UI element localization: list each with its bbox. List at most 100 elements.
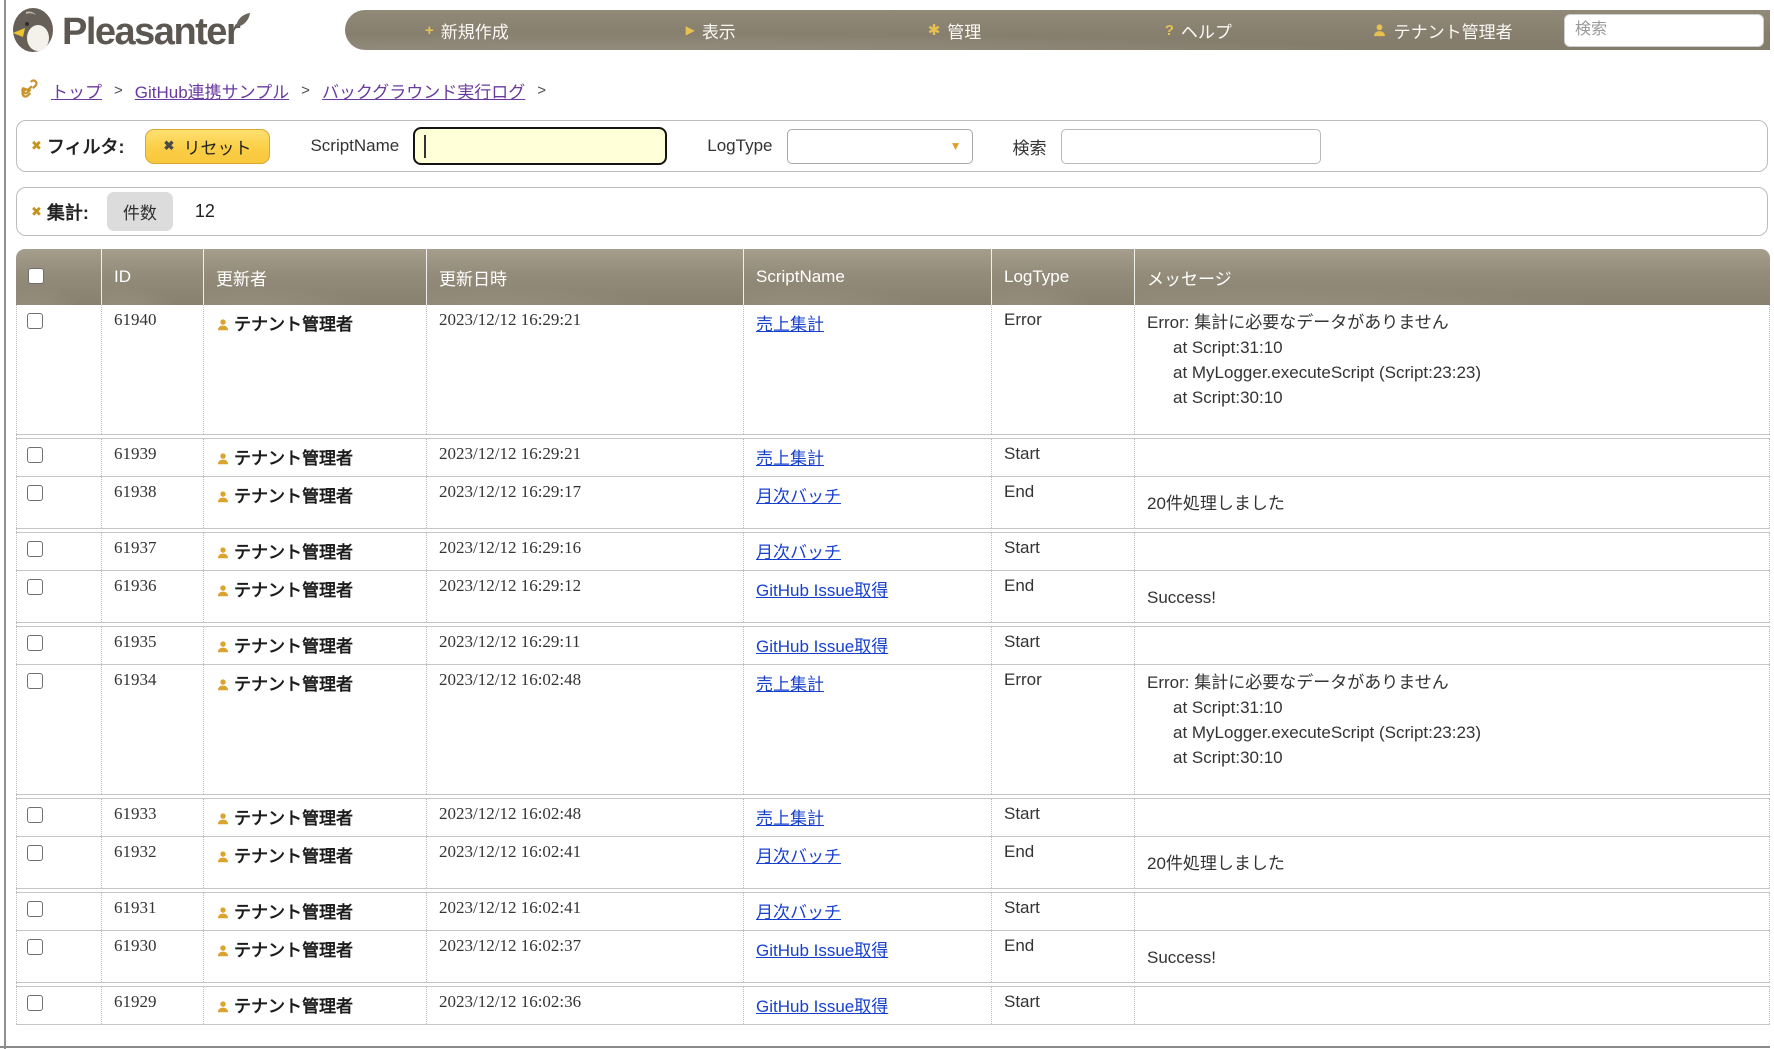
row-logtype-cell: Start bbox=[992, 798, 1135, 836]
column-header-scriptname[interactable]: ScriptName bbox=[744, 249, 992, 305]
nav-item-help[interactable]: ? ヘルプ bbox=[1076, 18, 1320, 43]
row-logtype-cell: Start bbox=[992, 986, 1135, 1024]
row-scriptname-cell: GitHub Issue取得 bbox=[744, 626, 992, 664]
nav-item-view[interactable]: ▶ 表示 bbox=[589, 18, 833, 43]
app-logo[interactable]: Pleasanter bbox=[12, 6, 251, 59]
row-message-cell bbox=[1135, 626, 1770, 664]
nav-item-create[interactable]: + 新規作成 bbox=[345, 18, 589, 43]
row-updater-name: テナント管理者 bbox=[234, 315, 353, 334]
row-scriptname-cell: GitHub Issue取得 bbox=[744, 570, 992, 622]
grid-bottom-border-cell bbox=[16, 1024, 1770, 1025]
select-all-checkbox[interactable] bbox=[28, 268, 44, 284]
row-checkbox[interactable] bbox=[27, 807, 43, 823]
column-header-更新者[interactable]: 更新者 bbox=[204, 249, 427, 305]
reset-button[interactable]: ✖ リセット bbox=[144, 128, 271, 164]
breadcrumb-link[interactable]: GitHub連携サンプル bbox=[135, 78, 289, 103]
row-scriptname-cell: GitHub Issue取得 bbox=[744, 930, 992, 982]
row-checkbox[interactable] bbox=[27, 579, 43, 595]
row-checkbox[interactable] bbox=[27, 845, 43, 861]
logtype-select[interactable]: ▼ bbox=[786, 128, 973, 164]
search-filter-input[interactable] bbox=[1060, 128, 1321, 164]
reset-button-label: リセット bbox=[183, 138, 252, 158]
person-icon bbox=[216, 317, 230, 337]
table-row: 61935 テナント管理者 2023/12/12 16:29:11 GitHub Is… bbox=[16, 626, 1770, 664]
nav-item-admin[interactable]: ✱ 管理 bbox=[833, 18, 1077, 43]
scriptname-link[interactable]: GitHub Issue取得 bbox=[756, 997, 888, 1016]
scriptname-link[interactable]: 売上集計 bbox=[756, 449, 824, 468]
breadcrumb-separator: > bbox=[301, 82, 310, 99]
row-checkbox[interactable] bbox=[27, 313, 43, 329]
person-icon bbox=[216, 677, 230, 697]
row-select-cell bbox=[16, 892, 102, 930]
nav-item-label: ヘルプ bbox=[1180, 22, 1232, 42]
close-icon[interactable]: ✖ bbox=[31, 204, 42, 220]
scriptname-link[interactable]: 売上集計 bbox=[756, 315, 824, 334]
scriptname-link[interactable]: GitHub Issue取得 bbox=[756, 941, 888, 960]
row-updated-cell: 2023/12/12 16:29:11 bbox=[427, 626, 744, 664]
scriptname-link[interactable]: 月次バッチ bbox=[756, 903, 841, 922]
global-search-input[interactable] bbox=[1564, 13, 1764, 47]
breadcrumb-link[interactable]: バックグラウンド実行ログ bbox=[322, 78, 525, 103]
scriptname-filter-input[interactable] bbox=[413, 127, 668, 165]
person-icon bbox=[1372, 23, 1387, 38]
row-id-cell: 61930 bbox=[102, 930, 204, 982]
row-checkbox[interactable] bbox=[27, 673, 43, 689]
row-select-cell bbox=[16, 305, 102, 434]
close-icon[interactable]: ✖ bbox=[31, 138, 42, 154]
scriptname-link[interactable]: GitHub Issue取得 bbox=[756, 637, 888, 656]
count-pill[interactable]: 件数 bbox=[106, 192, 173, 231]
row-checkbox[interactable] bbox=[27, 447, 43, 463]
nav-item-account[interactable]: テナント管理者 bbox=[1320, 18, 1564, 43]
row-scriptname-cell: 売上集計 bbox=[744, 438, 992, 476]
row-updater-name: テナント管理者 bbox=[234, 997, 353, 1016]
row-checkbox[interactable] bbox=[27, 485, 43, 501]
row-logtype-cell: End bbox=[992, 476, 1135, 528]
scriptname-link[interactable]: 売上集計 bbox=[756, 809, 824, 828]
column-header-更新日時[interactable]: 更新日時 bbox=[427, 249, 744, 305]
row-updated-cell: 2023/12/12 16:29:16 bbox=[427, 532, 744, 570]
message-line: at Script:31:10 bbox=[1173, 338, 1283, 357]
column-header-メッセージ[interactable]: メッセージ bbox=[1135, 249, 1770, 305]
breadcrumb-link[interactable]: トップ bbox=[51, 78, 102, 103]
row-checkbox[interactable] bbox=[27, 635, 43, 651]
message-text: 20件処理しました bbox=[1147, 851, 1761, 876]
message-line: at Script:30:10 bbox=[1173, 748, 1283, 767]
row-logtype-cell: End bbox=[992, 570, 1135, 622]
column-header-logtype[interactable]: LogType bbox=[992, 249, 1135, 305]
scriptname-link[interactable]: GitHub Issue取得 bbox=[756, 581, 888, 600]
row-select-cell bbox=[16, 986, 102, 1024]
row-id-cell: 61940 bbox=[102, 305, 204, 434]
message-text: Error: 集計に必要なデータがありません at Script:31:10 at … bbox=[1147, 670, 1761, 770]
row-checkbox[interactable] bbox=[27, 939, 43, 955]
person-icon bbox=[216, 451, 230, 471]
row-updater-name: テナント管理者 bbox=[234, 903, 353, 922]
row-updated-cell: 2023/12/12 16:02:48 bbox=[427, 664, 744, 794]
person-icon bbox=[216, 545, 230, 565]
scriptname-link[interactable]: 月次バッチ bbox=[756, 847, 841, 866]
row-updater-name: テナント管理者 bbox=[234, 637, 353, 656]
row-checkbox[interactable] bbox=[27, 541, 43, 557]
message-line: at MyLogger.executeScript (Script:23:23) bbox=[1173, 363, 1482, 382]
breadcrumb-separator: > bbox=[537, 82, 547, 99]
scriptname-link[interactable]: 月次バッチ bbox=[756, 487, 841, 506]
row-message-cell: Error: 集計に必要なデータがありません at Script:31:10 at … bbox=[1135, 664, 1770, 794]
breadcrumb: トップ > GitHub連携サンプル > バックグラウンド実行ログ > bbox=[20, 78, 546, 103]
scriptname-link[interactable]: 売上集計 bbox=[756, 675, 824, 694]
row-updater-name: テナント管理者 bbox=[234, 581, 353, 600]
select-all-header-cell bbox=[16, 249, 102, 305]
row-id-cell: 61935 bbox=[102, 626, 204, 664]
row-select-cell bbox=[16, 798, 102, 836]
pleasanter-app: Pleasanter +新規作成▶表示✱管理?ヘルプテナント管理者 トップ>Gi… bbox=[0, 0, 1774, 1049]
column-header-id[interactable]: ID bbox=[102, 249, 204, 305]
scriptname-link[interactable]: 月次バッチ bbox=[756, 543, 841, 562]
table-row: 61936 テナント管理者 2023/12/12 16:29:12 GitHub Is… bbox=[16, 570, 1770, 622]
gear-icon: ✱ bbox=[927, 22, 941, 39]
row-checkbox[interactable] bbox=[27, 995, 43, 1011]
row-updater-cell: テナント管理者 bbox=[204, 930, 427, 982]
question-icon: ? bbox=[1164, 21, 1174, 39]
row-checkbox[interactable] bbox=[27, 901, 43, 917]
person-icon bbox=[216, 943, 230, 963]
row-scriptname-cell: 売上集計 bbox=[744, 664, 992, 794]
scriptname-filter-label: ScriptName bbox=[310, 136, 400, 155]
row-updated-cell: 2023/12/12 16:29:21 bbox=[427, 305, 744, 434]
